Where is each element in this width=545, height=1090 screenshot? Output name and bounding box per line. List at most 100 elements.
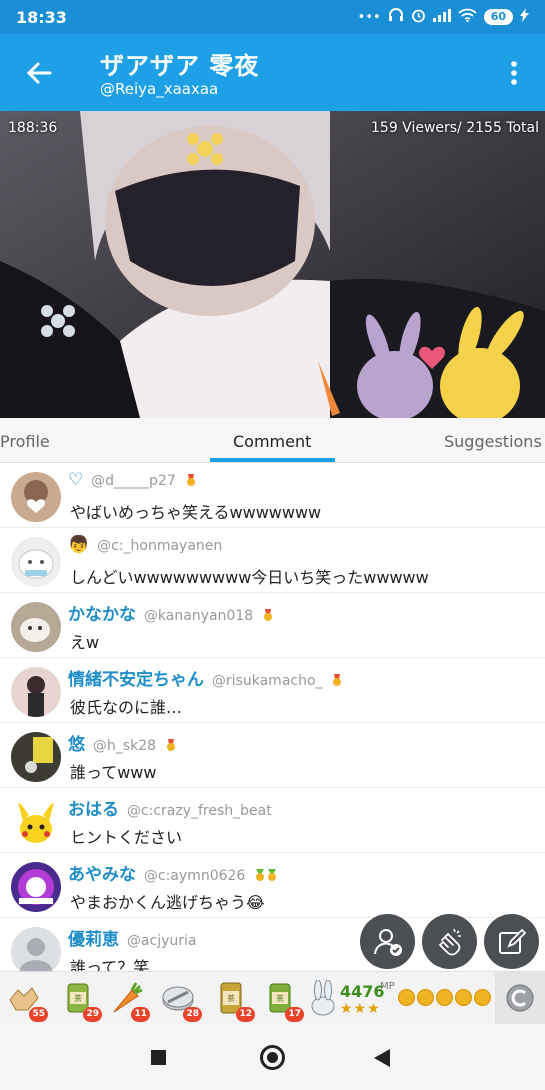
rank-stars: ★★★ <box>340 1001 381 1017</box>
comment-author[interactable]: あやみな @c:aymn0626 <box>68 860 278 885</box>
svg-text:茶: 茶 <box>74 993 82 1003</box>
avatar[interactable] <box>11 732 61 782</box>
follow-user-button[interactable] <box>360 914 415 969</box>
avatar[interactable] <box>11 537 61 587</box>
comment-handle: @kananyan018 <box>143 608 254 624</box>
wifi-icon <box>458 8 477 26</box>
svg-text:茶: 茶 <box>227 993 235 1003</box>
comment-author[interactable]: 優莉恵 @acjyuria <box>68 925 196 950</box>
comment-row: 悠 @h_sk28 誰ってwww <box>0 723 545 788</box>
broadcaster-handle: @Reiya_xaaxaa <box>100 80 219 98</box>
write-comment-button[interactable] <box>484 914 539 969</box>
tab-profile[interactable]: Profile <box>0 432 50 451</box>
viewer-count: 159 Viewers/ 2155 Total <box>371 120 539 136</box>
comment-row: かなかな @kananyan018 えw <box>0 593 545 658</box>
status-bar: 18:33 ••• 60 <box>0 0 545 34</box>
bunny-icon[interactable] <box>308 979 338 1016</box>
nav-back-icon[interactable] <box>374 1049 390 1067</box>
avatar[interactable] <box>11 667 61 717</box>
video-frame-image <box>0 111 545 418</box>
avatar[interactable] <box>11 602 61 652</box>
avatar[interactable] <box>11 797 61 847</box>
charging-icon <box>520 8 529 26</box>
avatar[interactable] <box>11 472 61 522</box>
live-video[interactable]: 188:36 159 Viewers/ 2155 Total <box>0 111 545 418</box>
carrot-icon[interactable]: 11 <box>108 980 150 1022</box>
counter-c-icon <box>506 984 534 1012</box>
comment-author[interactable]: 情緒不安定ちゃん @risukamacho_ <box>68 665 343 690</box>
comment-author[interactable]: かなかな @kananyan018 <box>68 600 274 625</box>
gift-count: 55 <box>29 1007 48 1022</box>
status-icons: ••• 60 <box>358 8 529 27</box>
system-nav-bar <box>0 1024 545 1090</box>
comment-text: 彼氏なのに誰… <box>70 698 183 717</box>
user-check-icon <box>373 928 402 956</box>
comment-row: おはる @c:crazy_fresh_beat ヒントください <box>0 788 545 853</box>
signal-icon <box>432 8 451 26</box>
comment-author[interactable]: おはる @c:crazy_fresh_beat <box>68 795 272 820</box>
points-value: 4476 <box>340 982 385 1001</box>
more-options-icon[interactable] <box>502 56 526 90</box>
comment-row: ♡ @d_____p27 やばいめっちゃ笑えるwwwwwww <box>0 463 545 528</box>
coin-stack-icon[interactable]: 28 <box>160 980 202 1022</box>
gift-count: 28 <box>183 1007 202 1022</box>
coin-icon <box>436 989 453 1006</box>
comment-text: えw <box>70 633 100 652</box>
gift-count: 17 <box>285 1007 304 1022</box>
comment-author[interactable]: 悠 @h_sk28 <box>68 730 177 755</box>
comment-handle: @risukamacho_ <box>211 673 323 689</box>
back-arrow-icon[interactable] <box>22 56 56 90</box>
gift-bar: 55 茶 29 11 28 茶 12 茶 17 4476 MP ★★★ <box>0 971 545 1024</box>
active-tab-indicator <box>210 458 335 462</box>
recent-apps-icon[interactable] <box>151 1050 166 1065</box>
avatar[interactable] <box>11 862 61 912</box>
coin-icon <box>474 989 491 1006</box>
more-notifications-icon: ••• <box>357 9 381 25</box>
home-icon[interactable] <box>260 1045 285 1070</box>
tea-50-icon[interactable]: 茶 29 <box>60 980 102 1022</box>
comment-text: やまおかくん逃げちゃう😂 <box>70 893 265 912</box>
gift-count: 12 <box>236 1007 255 1022</box>
comment-handle: @acjyuria <box>126 933 197 949</box>
tab-comment[interactable]: Comment <box>233 432 311 451</box>
battery-indicator: 60 <box>483 9 513 25</box>
user-emoji-icon: 👦 <box>68 535 90 555</box>
coin-icon <box>417 989 434 1006</box>
double-medal-icon <box>256 869 277 881</box>
heart-icon: ♡ <box>68 470 84 490</box>
comment-text: 誰ってwww <box>70 763 157 782</box>
comment-row: 👦 @c:_honmayanen しんどいwwwwwwwww今日いち笑ったwww… <box>0 528 545 593</box>
comment-text: ヒントください <box>70 828 183 847</box>
tea-10-icon[interactable]: 茶 17 <box>262 980 304 1022</box>
stream-timer: 188:36 <box>8 120 58 136</box>
clapping-hands-icon <box>438 928 461 955</box>
comment-row: 情緒不安定ちゃん @risukamacho_ 彼氏なのに誰… <box>0 658 545 723</box>
gift-count: 29 <box>83 1007 102 1022</box>
clap-button[interactable] <box>422 914 477 969</box>
comment-row: あやみな @c:aymn0626 やまおかくん逃げちゃう😂 <box>0 853 545 918</box>
avatar[interactable] <box>11 927 61 971</box>
comment-author[interactable]: 👦 @c:_honmayanen <box>68 535 222 555</box>
tab-bar: Profile Comment Suggestions <box>0 418 545 463</box>
app-bar: ザアザア 零夜 @Reiya_xaaxaa <box>0 34 545 111</box>
coin-icon <box>455 989 472 1006</box>
comment-author[interactable]: ♡ @d_____p27 <box>68 470 197 490</box>
points-unit: MP <box>380 981 395 992</box>
comment-handle: @h_sk28 <box>92 738 157 754</box>
comment-list[interactable]: ♡ @d_____p27 やばいめっちゃ笑えるwwwwwww 👦 @c:_hon… <box>0 463 545 971</box>
medal-icon <box>186 474 195 486</box>
svg-text:茶: 茶 <box>276 993 284 1003</box>
comment-handle: @c:aymn0626 <box>143 868 246 884</box>
comment-handle: @c:crazy_fresh_beat <box>126 803 272 819</box>
broadcaster-name: ザアザア 零夜 <box>100 52 260 80</box>
comment-text: しんどいwwwwwwwww今日いち笑ったwwwww <box>70 568 429 587</box>
hand-gift-icon[interactable]: 55 <box>6 980 48 1022</box>
tab-suggestions[interactable]: Suggestions <box>444 432 542 451</box>
tea-can-icon[interactable]: 茶 12 <box>213 980 255 1022</box>
comment-handle: @c:_honmayanen <box>97 538 223 554</box>
compose-icon <box>498 928 526 954</box>
headphones-icon <box>388 8 404 26</box>
counter-button[interactable] <box>495 972 545 1024</box>
comment-text: やばいめっちゃ笑えるwwwwwww <box>70 503 322 522</box>
gift-count: 11 <box>131 1007 150 1022</box>
